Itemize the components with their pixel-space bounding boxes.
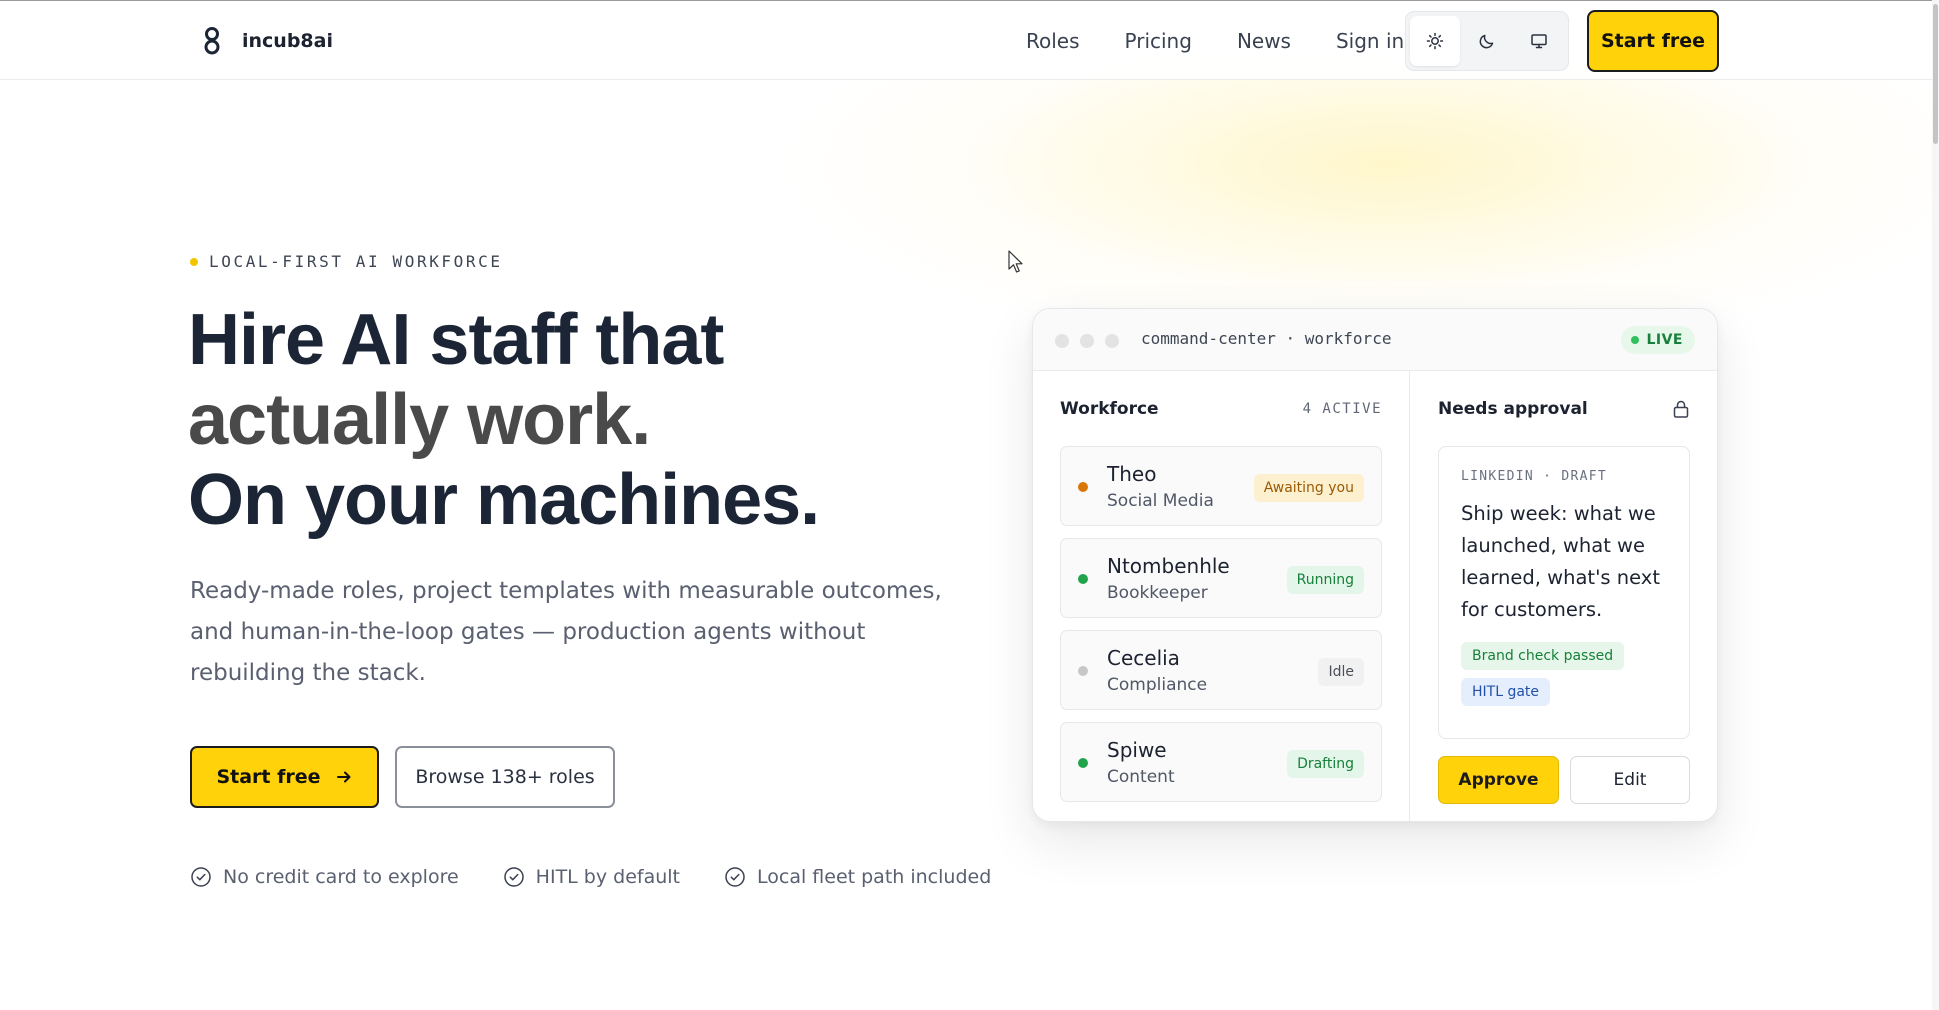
headline-line-1: Hire AI staff that xyxy=(188,300,724,380)
brand-name: incub8ai xyxy=(242,30,333,52)
hero-headline: Hire AI staff that actually work. On you… xyxy=(188,300,820,540)
staff-status-badge: Idle xyxy=(1318,658,1364,686)
command-center-card: command-center · workforce LIVE Workforc… xyxy=(1032,308,1718,822)
staff-status-badge: Awaiting you xyxy=(1253,474,1364,502)
staff-status-badge: Drafting xyxy=(1287,750,1364,778)
window-dot xyxy=(1080,334,1094,348)
page-scrollbar[interactable] xyxy=(1932,0,1939,1010)
logo-icon xyxy=(204,27,220,55)
theme-switcher xyxy=(1405,11,1569,71)
start-free-label: Start free xyxy=(216,766,321,788)
draft-tags: Brand check passed HITL gate xyxy=(1461,642,1667,714)
hero-subcopy: Ready-made roles, project templates with… xyxy=(190,578,942,686)
eyebrow-text: LOCAL-FIRST AI WORKFORCE xyxy=(209,252,503,271)
staff-name: Theo xyxy=(1107,462,1157,486)
staff-role: Bookkeeper xyxy=(1107,583,1208,603)
staff-status-badge: Running xyxy=(1286,566,1364,594)
approve-button[interactable]: Approve xyxy=(1438,756,1559,804)
status-dot xyxy=(1078,758,1088,768)
hero-eyebrow: LOCAL-FIRST AI WORKFORCE xyxy=(190,252,503,271)
scrollbar-thumb[interactable] xyxy=(1933,4,1938,144)
draft-card: LINKEDIN · DRAFT Ship week: what we laun… xyxy=(1438,446,1690,739)
nav-links: Roles Pricing News Sign in xyxy=(1026,29,1449,53)
nav-start-free-button[interactable]: Start free xyxy=(1587,10,1719,72)
status-dot xyxy=(1078,574,1088,584)
approval-title: Needs approval xyxy=(1438,399,1588,419)
theme-system-button[interactable] xyxy=(1514,16,1564,66)
live-label: LIVE xyxy=(1646,332,1683,348)
mouse-cursor-icon xyxy=(1008,250,1023,273)
staff-role: Social Media xyxy=(1107,491,1214,511)
column-divider xyxy=(1409,371,1410,821)
hero-checklist: No credit card to explore HITL by defaul… xyxy=(190,866,1035,888)
check-label: HITL by default xyxy=(535,866,680,888)
workforce-list: Theo Social Media Awaiting you Ntombenhl… xyxy=(1060,446,1382,814)
nav-link-sign-in[interactable]: Sign in xyxy=(1336,29,1404,53)
arrow-right-icon xyxy=(336,771,351,783)
sun-icon xyxy=(1426,32,1444,50)
nav-link-roles[interactable]: Roles xyxy=(1026,29,1080,53)
workforce-header: Workforce 4 ACTIVE xyxy=(1060,399,1382,419)
window-dot xyxy=(1055,334,1069,348)
staff-role: Compliance xyxy=(1107,675,1208,695)
workforce-title: Workforce xyxy=(1060,399,1159,419)
window-dot xyxy=(1105,334,1119,348)
window-dots xyxy=(1055,334,1119,348)
staff-name: Cecelia xyxy=(1107,646,1180,670)
staff-row[interactable]: Spiwe Content Drafting xyxy=(1060,722,1382,802)
check-circle-icon xyxy=(191,867,211,887)
hero-start-free-button[interactable]: Start free xyxy=(190,746,379,808)
check-item: No credit card to explore xyxy=(190,866,459,888)
theme-dark-button[interactable] xyxy=(1462,16,1512,66)
check-item: HITL by default xyxy=(503,866,680,888)
staff-row[interactable]: Theo Social Media Awaiting you xyxy=(1060,446,1382,526)
staff-name: Ntombenhle xyxy=(1107,554,1230,578)
nav-link-pricing[interactable]: Pricing xyxy=(1125,29,1192,53)
lock-icon xyxy=(1673,400,1689,418)
moon-icon xyxy=(1479,34,1494,49)
approval-header: Needs approval xyxy=(1438,399,1690,419)
staff-row[interactable]: Ntombenhle Bookkeeper Running xyxy=(1060,538,1382,618)
brand[interactable]: incub8ai xyxy=(200,25,333,57)
hitl-gate-tag: HITL gate xyxy=(1461,678,1551,706)
check-item: Local fleet path included xyxy=(724,866,991,888)
nav-link-news[interactable]: News xyxy=(1237,29,1291,53)
live-status-badge: LIVE xyxy=(1621,326,1695,354)
staff-role: Content xyxy=(1107,767,1175,787)
workforce-count: 4 ACTIVE xyxy=(1302,401,1382,417)
eyebrow-dot xyxy=(190,257,198,266)
check-label: Local fleet path included xyxy=(757,866,992,888)
headline-line-3: On your machines. xyxy=(188,460,820,540)
staff-row[interactable]: Cecelia Compliance Idle xyxy=(1060,630,1382,710)
browse-roles-button[interactable]: Browse 138+ roles xyxy=(395,746,615,808)
theme-light-button[interactable] xyxy=(1410,16,1460,66)
card-title: command-center · workforce xyxy=(1141,329,1392,348)
status-dot xyxy=(1078,666,1088,676)
check-label: No credit card to explore xyxy=(223,866,459,888)
check-circle-icon xyxy=(725,867,745,887)
draft-label: LINKEDIN · DRAFT xyxy=(1461,469,1608,484)
monitor-icon xyxy=(1531,34,1547,49)
check-circle-icon xyxy=(503,867,524,887)
top-navigation: incub8ai Roles Pricing News Sign in Star… xyxy=(0,1,1932,80)
edit-button[interactable]: Edit xyxy=(1570,756,1690,804)
staff-name: Spiwe xyxy=(1107,738,1167,762)
status-dot xyxy=(1078,482,1088,492)
card-header: command-center · workforce LIVE xyxy=(1033,309,1717,371)
headline-line-2: actually work. xyxy=(188,380,651,460)
brand-check-tag: Brand check passed xyxy=(1461,642,1625,670)
draft-text: Ship week: what we launched, what we lea… xyxy=(1461,502,1660,621)
live-dot xyxy=(1631,336,1640,344)
